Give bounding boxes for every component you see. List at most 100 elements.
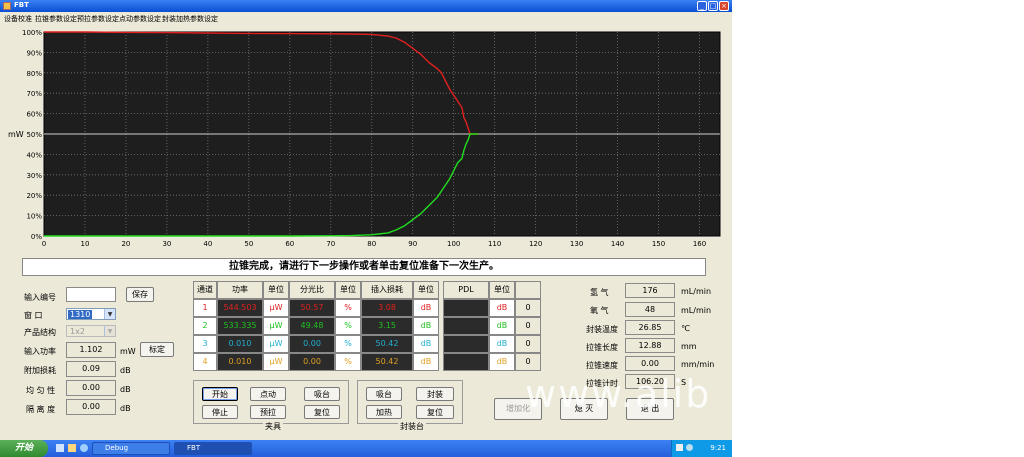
menu-taper-params[interactable]: 拉锥参数设定 xyxy=(35,14,77,24)
start-button[interactable]: 开始 xyxy=(202,387,238,401)
structure-value: 1x2 xyxy=(70,327,85,336)
y-tick-label: 50% xyxy=(26,131,42,139)
wavelength-select[interactable]: 1310 ▼ xyxy=(66,308,116,320)
input-power-label: 输入功率 xyxy=(24,347,56,356)
tray-network-icon[interactable] xyxy=(686,444,693,451)
package-group: 吸台 封装 加热 复位 xyxy=(357,380,463,424)
table-cell-unit4: dB xyxy=(489,335,515,353)
table-cell-power: 0.010 xyxy=(217,335,263,353)
maximize-button[interactable]: □ xyxy=(708,1,718,11)
table-header-cell: 单位 xyxy=(413,281,439,299)
oxygen-unit: mL/min xyxy=(681,306,712,315)
pull-length-unit: mm xyxy=(681,342,697,351)
pull-length-label: 拉锥长度 xyxy=(586,343,618,352)
input-number-field[interactable] xyxy=(66,287,116,302)
clock: 9:21 xyxy=(710,444,726,452)
fixture-reset-button[interactable]: 复位 xyxy=(304,405,340,419)
table-cell-ch: 2 xyxy=(193,317,217,335)
table-cell-extra: 0 xyxy=(515,299,541,317)
input-number-label: 输入编号 xyxy=(24,293,56,302)
window-label: 窗 口 xyxy=(24,311,43,320)
menu-device-calibration[interactable]: 设备校准 xyxy=(4,14,32,24)
wavelength-value: 1310 xyxy=(68,310,93,319)
stop-button[interactable]: 停止 xyxy=(202,405,238,419)
seal-temp-value: 26.85 xyxy=(625,320,675,335)
x-tick-label: 110 xyxy=(488,240,501,248)
table-cell-unit1: μW xyxy=(263,353,289,371)
table-cell-extra: 0 xyxy=(515,353,541,371)
close-button[interactable]: × xyxy=(719,1,729,11)
y-tick-label: 80% xyxy=(26,70,42,78)
y-tick-label: 0% xyxy=(31,233,42,241)
x-tick-label: 150 xyxy=(652,240,665,248)
x-tick-label: 30 xyxy=(162,240,171,248)
table-cell-unit2: % xyxy=(335,299,361,317)
hydrogen-value: 176 xyxy=(625,283,675,298)
hydrogen-label: 氢 气 xyxy=(590,288,609,297)
minimize-button[interactable]: _ xyxy=(697,1,707,11)
desktop-icon[interactable] xyxy=(56,444,64,452)
x-tick-label: 10 xyxy=(81,240,90,248)
prepull-button[interactable]: 预拉 xyxy=(250,405,286,419)
uniformity-unit: dB xyxy=(120,385,131,394)
table-cell-extra: 0 xyxy=(515,335,541,353)
chevron-down-icon[interactable]: ▼ xyxy=(104,326,115,336)
x-tick-label: 120 xyxy=(529,240,542,248)
calibrate-button[interactable]: 标定 xyxy=(140,342,174,357)
table-cell-unit4: dB xyxy=(489,299,515,317)
y-tick-label: 100% xyxy=(22,29,42,37)
task-fbt[interactable]: FBT xyxy=(174,442,252,455)
table-cell-unit2: % xyxy=(335,353,361,371)
browser-icon[interactable] xyxy=(80,444,88,452)
uniformity-value: 0.00 xyxy=(66,380,116,396)
y-tick-label: 20% xyxy=(26,192,42,200)
excess-loss-value: 0.09 xyxy=(66,361,116,377)
menu-prepull-params[interactable]: 预拉参数设定 xyxy=(77,14,119,24)
table-cell-unit3: dB xyxy=(413,299,439,317)
menu-jog-params[interactable]: 点动参数设定 xyxy=(119,14,161,24)
package-suction-button[interactable]: 吸台 xyxy=(366,387,402,401)
table-cell-ratio: 0.00 xyxy=(289,353,335,371)
x-tick-label: 70 xyxy=(326,240,335,248)
system-tray: 9:21 xyxy=(671,440,732,457)
table-cell-unit1: μW xyxy=(263,335,289,353)
excess-loss-label: 附加损耗 xyxy=(24,366,56,375)
explorer-icon[interactable] xyxy=(68,444,76,452)
menu-seal-heat-params[interactable]: 封装加热参数设定 xyxy=(162,14,218,24)
y-axis-label: mW xyxy=(8,130,24,139)
table-header-cell: 插入损耗 xyxy=(361,281,413,299)
jog-button[interactable]: 点动 xyxy=(250,387,286,401)
task-debug[interactable]: Debug xyxy=(92,442,170,455)
y-tick-label: 90% xyxy=(26,49,42,57)
power-chart: 0% 10% 20% 30% 40% 50% 60% 70% 80% 90% 100% 0 10 20 30… xyxy=(0,24,732,256)
table-cell-ratio: 50.57 xyxy=(289,299,335,317)
menu-bar: 设备校准 拉锥参数设定 预拉参数设定 点动参数设定 封装加热参数设定 xyxy=(0,12,732,24)
fixture-suction-button[interactable]: 吸台 xyxy=(304,387,340,401)
x-tick-label: 160 xyxy=(693,240,706,248)
table-cell-power: 533.335 xyxy=(217,317,263,335)
table-header-cell: 分光比 xyxy=(289,281,335,299)
watermark-text: www.alib xyxy=(525,372,712,416)
table-cell-ratio: 0.00 xyxy=(289,335,335,353)
seal-button[interactable]: 封装 xyxy=(416,387,454,401)
channel-table: 通道 功率 单位 分光比 单位 插入损耗 单位 PDL 单位 1 544.503 μW 50.57% 3.… xyxy=(193,281,542,371)
package-reset-button[interactable]: 复位 xyxy=(416,405,454,419)
table-cell-il: 50.42 xyxy=(361,335,413,353)
x-tick-label: 20 xyxy=(121,240,130,248)
uniformity-label: 均 匀 性 xyxy=(26,386,56,395)
y-tick-label: 70% xyxy=(26,90,42,98)
heat-button[interactable]: 加热 xyxy=(366,405,402,419)
table-cell-il: 3.08 xyxy=(361,299,413,317)
table-cell-pdl xyxy=(443,317,489,335)
start-button-taskbar[interactable]: 开始 xyxy=(0,440,48,457)
save-button[interactable]: 保存 xyxy=(126,287,154,302)
pull-speed-label: 拉锥速度 xyxy=(586,361,618,370)
table-header-cell: 单位 xyxy=(263,281,289,299)
table-cell-ch: 3 xyxy=(193,335,217,353)
table-cell-unit3: dB xyxy=(413,317,439,335)
tray-icon[interactable] xyxy=(676,444,683,451)
structure-select[interactable]: 1x2 ▼ xyxy=(66,325,116,337)
table-cell-il: 3.15 xyxy=(361,317,413,335)
chevron-down-icon[interactable]: ▼ xyxy=(104,309,115,319)
table-cell-unit3: dB xyxy=(413,335,439,353)
